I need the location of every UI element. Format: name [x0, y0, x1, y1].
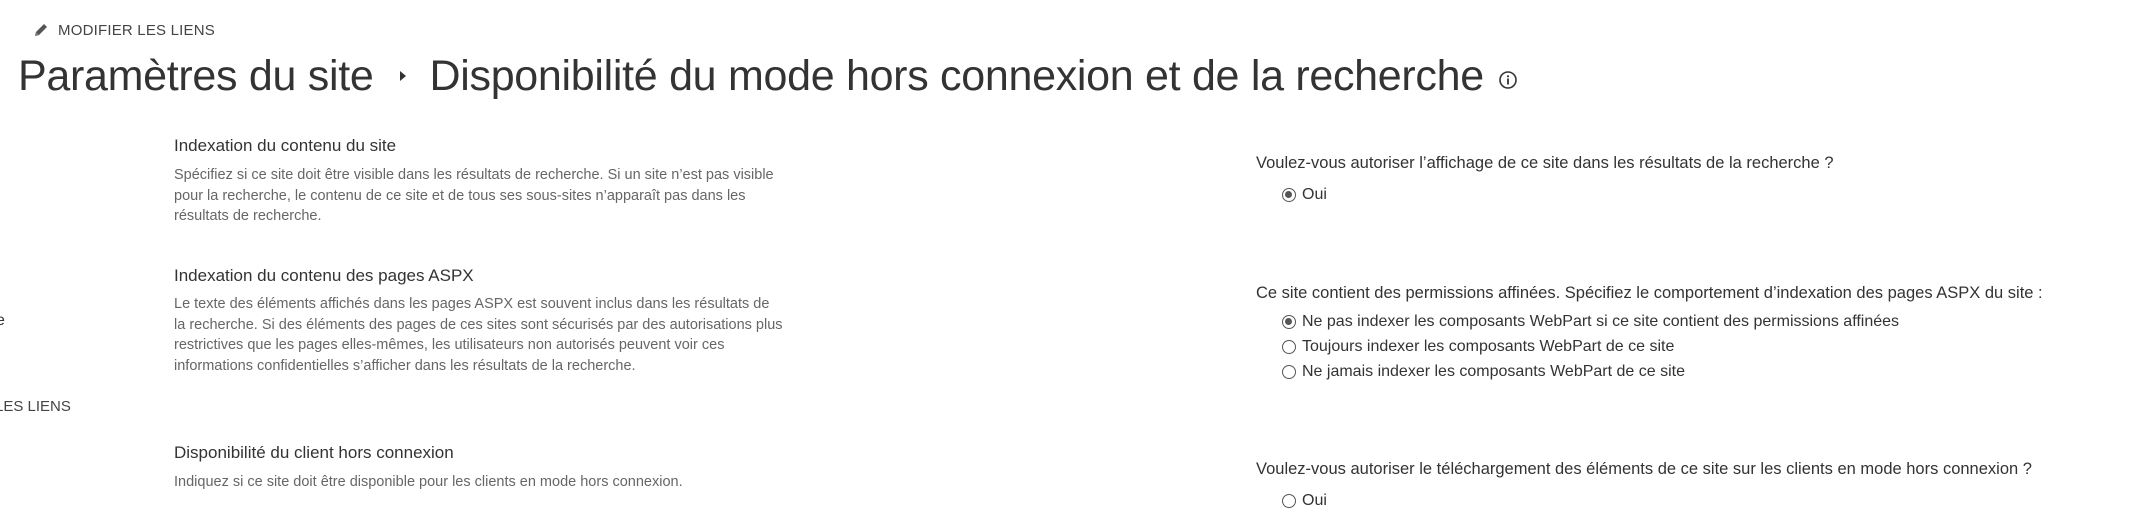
section-description-aspx-indexing: Le texte des éléments affichés dans les …: [174, 296, 783, 374]
info-icon[interactable]: [1498, 70, 1518, 90]
question-offline-download: Voulez-vous autoriser le téléchargement …: [1256, 460, 2032, 478]
edit-links-button[interactable]: MODIFIER LES LIENS: [32, 19, 215, 41]
radio-offline-yes[interactable]: Oui: [1282, 492, 1327, 510]
radio-button-checked[interactable]: [1282, 315, 1296, 329]
radio-aspx-dont-index[interactable]: Ne pas indexer les composants WebPart si…: [1282, 313, 1899, 331]
radio-aspx-never-index[interactable]: Ne jamais indexer les composants WebPart…: [1282, 363, 1685, 381]
page-title: Disponibilité du mode hors connexion et …: [429, 51, 1484, 100]
radio-button[interactable]: [1282, 365, 1296, 379]
section-title-site-indexing: Indexation du contenu du site: [174, 136, 397, 155]
question-aspx-indexing-behavior: Ce site contient des permissions affinée…: [1256, 284, 2043, 302]
breadcrumb-parent-link[interactable]: Paramètres du site: [18, 52, 374, 101]
leftnav-item[interactable]: site: [0, 312, 5, 330]
section-description-site-indexing: Spécifiez si ce site doit être visible d…: [174, 167, 774, 224]
radio-label: Ne pas indexer les composants WebPart si…: [1302, 313, 1900, 330]
radio-aspx-always-index[interactable]: Toujours indexer les composants WebPart …: [1282, 338, 1674, 356]
radio-label: Ne jamais indexer les composants WebPart…: [1302, 363, 1685, 380]
radio-button[interactable]: [1282, 494, 1296, 508]
radio-button[interactable]: [1282, 340, 1296, 354]
radio-search-visible-yes[interactable]: Oui: [1282, 186, 1327, 204]
leftnav-edit-links[interactable]: R LES LIENS: [0, 398, 71, 415]
radio-label: Toujours indexer les composants WebPart …: [1302, 338, 1675, 355]
question-site-in-search: Voulez-vous autoriser l’affichage de ce …: [1256, 154, 1834, 172]
section-title-offline-client: Disponibilité du client hors connexion: [174, 443, 454, 462]
section-title-aspx-indexing: Indexation du contenu des pages ASPX: [174, 266, 474, 285]
edit-links-label: MODIFIER LES LIENS: [58, 21, 215, 39]
breadcrumb: Paramètres du site Disponibilité du mode…: [18, 44, 1518, 108]
radio-label: Oui: [1302, 186, 1327, 203]
radio-button-checked[interactable]: [1282, 188, 1296, 202]
site-settings-page: MODIFIER LES LIENS Paramètres du site Di…: [0, 0, 2137, 532]
pencil-icon: [35, 24, 47, 36]
breadcrumb-separator-icon: [400, 71, 407, 81]
section-description-offline-client: Indiquez si ce site doit être disponible…: [174, 474, 683, 490]
radio-label: Oui: [1302, 492, 1327, 509]
